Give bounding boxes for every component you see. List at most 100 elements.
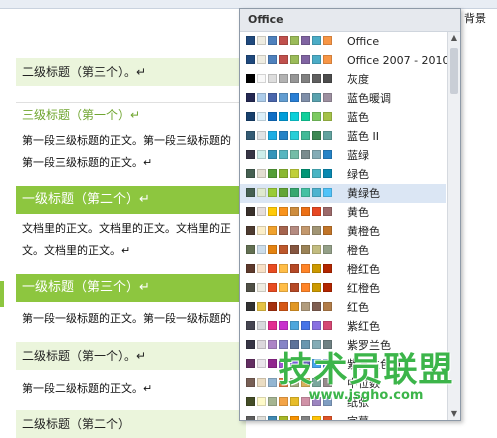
theme-swatch (279, 169, 288, 178)
paragraph-h3-line1[interactable]: 第一段三级标题的正文。第一段三级标题的 (16, 130, 246, 152)
theme-row[interactable]: 黄色 (240, 203, 446, 222)
theme-swatch (279, 74, 288, 83)
theme-swatch (301, 226, 310, 235)
theme-row[interactable]: 黄橙色 (240, 222, 446, 241)
heading-2-second[interactable]: 二级标题（第二个） (16, 410, 246, 438)
heading-1-second[interactable]: 一级标题（第二个）↵ (16, 186, 246, 214)
theme-swatch (246, 226, 255, 235)
scroll-thumb[interactable] (450, 48, 458, 94)
document-canvas[interactable]: 二级标题（第三个）。↵ 三级标题（第一个）↵ 第一段三级标题的正文。第一段三级标… (0, 8, 246, 438)
paragraph-h3-line2[interactable]: 第一段三级标题的正文。↵ (16, 152, 246, 174)
theme-swatch (268, 207, 277, 216)
theme-swatch (246, 245, 255, 254)
theme-swatch (279, 416, 288, 420)
theme-swatch (290, 188, 299, 197)
theme-swatch (246, 416, 255, 420)
theme-swatch (323, 283, 332, 292)
theme-swatch (246, 340, 255, 349)
theme-swatch (257, 93, 266, 102)
paragraph-h1-line1[interactable]: 第一段一级标题的正文。第一段一级标题的 (16, 308, 246, 330)
theme-swatch (312, 36, 321, 45)
theme-row[interactable]: 红色 (240, 298, 446, 317)
theme-swatch (290, 226, 299, 235)
theme-swatch (312, 283, 321, 292)
theme-swatch (290, 93, 299, 102)
theme-swatch (279, 321, 288, 330)
theme-swatch (268, 36, 277, 45)
theme-swatch (290, 207, 299, 216)
theme-swatch (323, 55, 332, 64)
theme-name-label: 字幕 (347, 412, 369, 420)
heading-1-third[interactable]: 一级标题（第三个）↵ (16, 274, 246, 302)
theme-swatch (323, 169, 332, 178)
theme-row[interactable]: 蓝色 (240, 108, 446, 127)
theme-swatch (301, 74, 310, 83)
theme-swatch (290, 321, 299, 330)
theme-swatch (257, 188, 266, 197)
theme-swatch (246, 283, 255, 292)
theme-swatch (246, 264, 255, 273)
heading-2-third[interactable]: 二级标题（第三个）。↵ (16, 58, 246, 86)
heading-2-first[interactable]: 二级标题（第一个）。↵ (16, 342, 246, 370)
paragraph-h2-line1[interactable]: 第一段二级标题的正文。↵ (16, 378, 246, 400)
theme-swatch (268, 131, 277, 140)
theme-name-label: 黄橙色 (347, 225, 380, 238)
theme-swatch (246, 169, 255, 178)
theme-swatch (312, 340, 321, 349)
theme-swatch (246, 36, 255, 45)
theme-swatch (301, 55, 310, 64)
theme-swatch (301, 340, 310, 349)
theme-row[interactable]: 绿色 (240, 165, 446, 184)
theme-swatch (312, 264, 321, 273)
theme-swatch (268, 93, 277, 102)
theme-swatch (301, 36, 310, 45)
theme-swatch (312, 112, 321, 121)
theme-row[interactable]: 紫红色 (240, 317, 446, 336)
theme-name-label: 蓝色暖调 (347, 92, 391, 105)
theme-swatch (246, 188, 255, 197)
theme-swatch (290, 55, 299, 64)
theme-swatch (279, 131, 288, 140)
theme-swatch (312, 226, 321, 235)
theme-row[interactable]: 橙色 (240, 241, 446, 260)
theme-swatch (290, 302, 299, 311)
paragraph-body-line2[interactable]: 文。文档里的正文。↵ (16, 240, 246, 262)
theme-row[interactable]: Office (240, 32, 446, 51)
theme-swatch (246, 321, 255, 330)
page-background-label[interactable]: 背景 (464, 10, 486, 26)
theme-row[interactable]: 橙红色 (240, 260, 446, 279)
theme-swatch (246, 302, 255, 311)
theme-row[interactable]: 蓝色 II (240, 127, 446, 146)
theme-swatch (246, 207, 255, 216)
theme-swatch (279, 36, 288, 45)
theme-swatch (279, 264, 288, 273)
theme-swatch (301, 416, 310, 420)
scroll-down-arrow-icon[interactable]: ▼ (448, 408, 460, 420)
theme-row[interactable]: 红橙色 (240, 279, 446, 298)
theme-swatch (301, 245, 310, 254)
theme-row[interactable]: 字幕 (240, 412, 446, 420)
paragraph-body-line1[interactable]: 文档里的正文。文档里的正文。文档里的正 (16, 218, 246, 240)
theme-swatch (290, 74, 299, 83)
theme-swatch (301, 93, 310, 102)
theme-row[interactable]: 灰度 (240, 70, 446, 89)
theme-swatch (301, 150, 310, 159)
theme-swatch (246, 397, 255, 406)
theme-swatch (301, 169, 310, 178)
theme-swatch (323, 36, 332, 45)
theme-swatch (290, 36, 299, 45)
theme-swatch (279, 207, 288, 216)
theme-row[interactable]: Office 2007 - 2010 (240, 51, 450, 70)
scroll-up-arrow-icon[interactable]: ▲ (448, 32, 460, 44)
theme-swatch (301, 321, 310, 330)
theme-row[interactable]: 黄绿色 (240, 184, 446, 203)
theme-swatch (323, 131, 332, 140)
theme-swatch (323, 93, 332, 102)
theme-row[interactable]: 蓝色暖调 (240, 89, 446, 108)
theme-swatch (246, 378, 255, 387)
theme-row[interactable]: 蓝绿 (240, 146, 446, 165)
theme-swatch (268, 302, 277, 311)
theme-swatch (257, 359, 266, 368)
heading-3-first[interactable]: 三级标题（第一个）↵ (16, 102, 246, 126)
theme-swatch (279, 283, 288, 292)
